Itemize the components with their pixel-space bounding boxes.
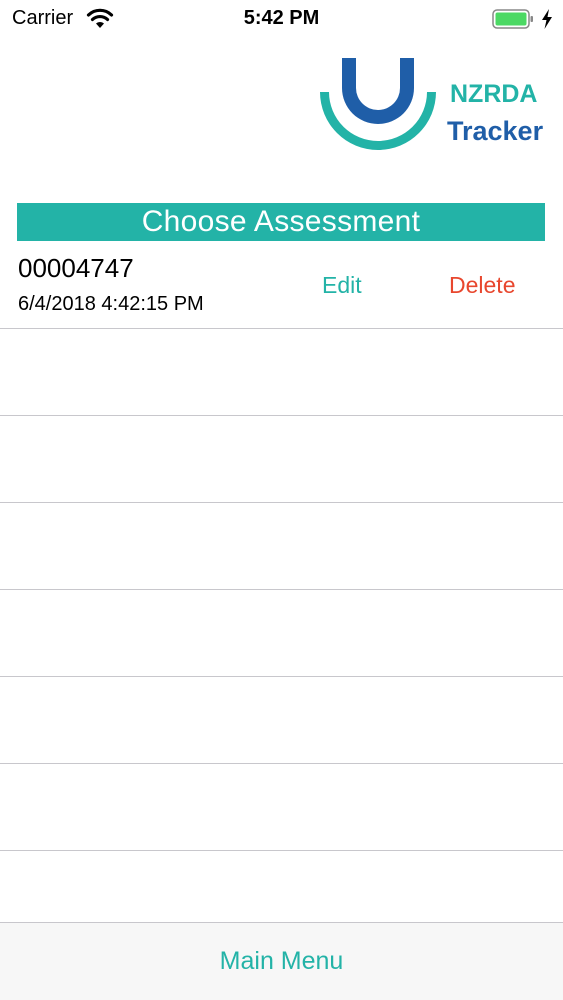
choose-assessment-header: Choose Assessment (17, 203, 545, 241)
empty-row (0, 503, 563, 590)
empty-row (0, 590, 563, 677)
empty-row (0, 329, 563, 416)
delete-button[interactable]: Delete (449, 272, 515, 299)
main-menu-button[interactable]: Main Menu (0, 947, 563, 976)
assessment-row[interactable]: 00004747 6/4/2018 4:42:15 PM Edit Delete (0, 241, 563, 329)
logo-text-tracker: Tracker (447, 116, 544, 146)
empty-row (0, 416, 563, 503)
edit-button[interactable]: Edit (322, 272, 362, 299)
battery-icon (492, 9, 533, 29)
status-bar: Carrier 5:42 PM (0, 0, 563, 40)
nzrda-tracker-logo: NZRDA Tracker (316, 58, 548, 176)
empty-row (0, 677, 563, 764)
assessment-list: 00004747 6/4/2018 4:42:15 PM Edit Delete (0, 241, 563, 851)
bottom-toolbar: Main Menu (0, 922, 563, 1000)
charging-bolt-icon (542, 9, 552, 29)
clock: 5:42 PM (243, 7, 320, 29)
empty-row (0, 764, 563, 851)
logo-text-nzrda: NZRDA (450, 80, 538, 108)
assessment-id: 00004747 (18, 253, 134, 283)
assessment-date: 6/4/2018 4:42:15 PM (18, 293, 204, 315)
